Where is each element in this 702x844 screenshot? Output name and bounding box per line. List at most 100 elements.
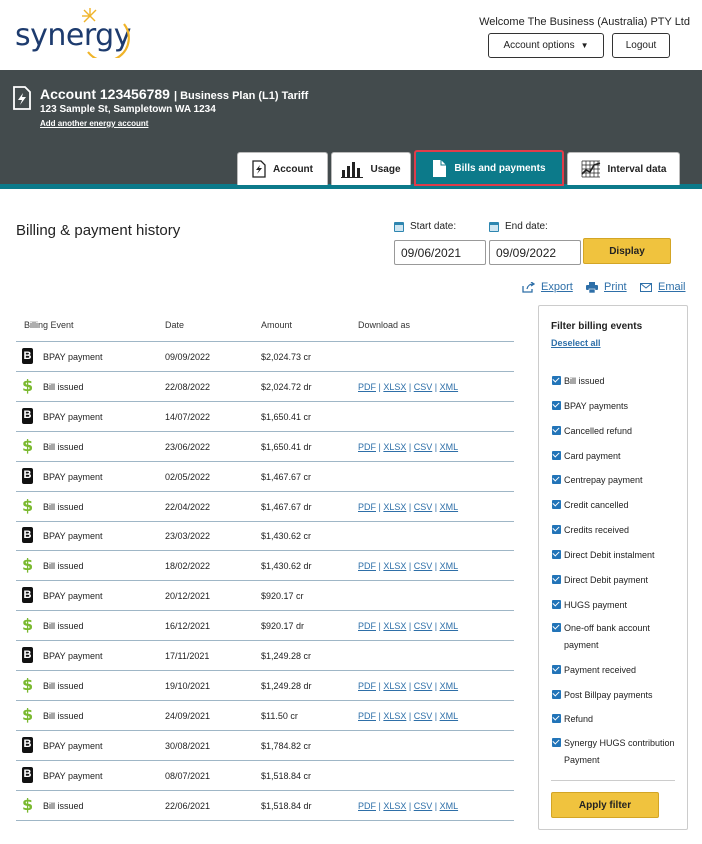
- print-text: Print: [604, 281, 627, 293]
- download-pdf-link[interactable]: PDF: [358, 382, 376, 392]
- filter-option[interactable]: Direct Debit payment: [552, 572, 682, 589]
- filter-option[interactable]: Post Billpay payments: [552, 687, 682, 704]
- download-xlsx-link[interactable]: XLSX: [383, 681, 406, 691]
- checkbox-checked-icon[interactable]: [552, 376, 561, 385]
- download-xlsx-link[interactable]: XLSX: [383, 711, 406, 721]
- download-xlsx-link[interactable]: XLSX: [383, 382, 406, 392]
- tab-account[interactable]: Account: [237, 152, 328, 185]
- download-pdf-link[interactable]: PDF: [358, 621, 376, 631]
- end-date-input[interactable]: 09/09/2022: [489, 240, 581, 265]
- download-pdf-link[interactable]: PDF: [358, 681, 376, 691]
- filter-option[interactable]: Credit cancelled: [552, 497, 682, 514]
- download-csv-link[interactable]: CSV: [414, 382, 433, 392]
- grid-chart-icon: [580, 160, 600, 178]
- checkbox-checked-icon[interactable]: [552, 500, 561, 509]
- download-xml-link[interactable]: XML: [440, 621, 459, 631]
- start-date-input[interactable]: 09/06/2021: [394, 240, 486, 265]
- checkbox-checked-icon[interactable]: [552, 623, 561, 632]
- download-xml-link[interactable]: XML: [440, 711, 459, 721]
- checkbox-checked-icon[interactable]: [552, 714, 561, 723]
- filter-option[interactable]: BPAY payments: [552, 398, 682, 415]
- filter-option[interactable]: Bill issued: [552, 373, 682, 390]
- account-options-button[interactable]: Account options ▼: [488, 33, 604, 58]
- filter-option[interactable]: Cancelled refund: [552, 423, 682, 440]
- download-xlsx-link[interactable]: XLSX: [383, 621, 406, 631]
- link-separator: |: [432, 710, 440, 721]
- download-pdf-link[interactable]: PDF: [358, 442, 376, 452]
- download-links: PDF | XLSX | CSV | XML: [358, 561, 458, 571]
- welcome-text: Welcome The Business (Australia) PTY Ltd: [479, 16, 690, 28]
- checkbox-checked-icon[interactable]: [552, 475, 561, 484]
- download-xml-link[interactable]: XML: [440, 502, 459, 512]
- checkbox-checked-icon[interactable]: [552, 575, 561, 584]
- bar-chart-icon: [341, 162, 364, 178]
- date-cell: 14/07/2022: [165, 411, 211, 422]
- tab-interval-data[interactable]: Interval data: [567, 152, 680, 185]
- download-csv-link[interactable]: CSV: [414, 801, 433, 811]
- print-link[interactable]: Print: [586, 281, 627, 293]
- download-pdf-link[interactable]: PDF: [358, 711, 376, 721]
- amount-cell: $920.17 dr: [261, 621, 305, 632]
- filter-option[interactable]: Direct Debit instalment: [552, 547, 682, 564]
- link-separator: |: [406, 710, 414, 721]
- apply-filter-button[interactable]: Apply filter: [551, 792, 659, 818]
- filter-divider: [551, 780, 675, 781]
- checkbox-checked-icon[interactable]: [552, 690, 561, 699]
- table-row: $ Bill issued 22/04/2022 $1,467.67 dr PDF | …: [16, 492, 514, 522]
- tab-bills-and-payments[interactable]: Bills and payments: [414, 150, 564, 186]
- download-xlsx-link[interactable]: XLSX: [383, 561, 406, 571]
- filter-option[interactable]: One-off bank account payment: [552, 620, 682, 654]
- event-cell: BPAY payment: [43, 770, 103, 781]
- table-row: B BPAY payment 20/12/2021 $920.17 cr: [16, 581, 514, 612]
- email-link[interactable]: Email: [640, 281, 686, 293]
- filter-option[interactable]: Payment received: [552, 662, 682, 679]
- export-link[interactable]: Export: [522, 281, 573, 293]
- download-xlsx-link[interactable]: XLSX: [383, 801, 406, 811]
- link-separator: |: [406, 381, 414, 392]
- checkbox-checked-icon[interactable]: [552, 738, 561, 747]
- filter-option[interactable]: HUGS payment: [552, 597, 682, 614]
- filter-option[interactable]: Refund: [552, 711, 682, 728]
- download-csv-link[interactable]: CSV: [414, 561, 433, 571]
- logout-button[interactable]: Logout: [612, 33, 670, 58]
- filter-option-label: Cancelled refund: [564, 426, 633, 436]
- download-xml-link[interactable]: XML: [440, 801, 459, 811]
- download-csv-link[interactable]: CSV: [414, 681, 433, 691]
- download-pdf-link[interactable]: PDF: [358, 502, 376, 512]
- bill-icon: [252, 160, 266, 178]
- filter-option[interactable]: Synergy HUGS contribution Payment: [552, 735, 682, 769]
- download-csv-link[interactable]: CSV: [414, 621, 433, 631]
- download-xlsx-link[interactable]: XLSX: [383, 442, 406, 452]
- checkbox-checked-icon[interactable]: [552, 451, 561, 460]
- download-csv-link[interactable]: CSV: [414, 711, 433, 721]
- checkbox-checked-icon[interactable]: [552, 665, 561, 674]
- download-xlsx-link[interactable]: XLSX: [383, 502, 406, 512]
- email-text: Email: [658, 281, 686, 293]
- deselect-all-link[interactable]: Deselect all: [551, 338, 601, 348]
- event-cell: BPAY payment: [43, 352, 103, 362]
- filter-option[interactable]: Credits received: [552, 522, 682, 539]
- download-pdf-link[interactable]: PDF: [358, 561, 376, 571]
- download-xml-link[interactable]: XML: [440, 442, 459, 452]
- download-xml-link[interactable]: XML: [440, 382, 459, 392]
- download-csv-link[interactable]: CSV: [414, 442, 433, 452]
- display-button[interactable]: Display: [583, 238, 671, 264]
- download-xml-link[interactable]: XML: [440, 561, 459, 571]
- checkbox-checked-icon[interactable]: [552, 600, 561, 609]
- table-row: B BPAY payment 17/11/2021 $1,249.28 cr: [16, 641, 514, 671]
- download-pdf-link[interactable]: PDF: [358, 801, 376, 811]
- filter-option[interactable]: Card payment: [552, 448, 682, 465]
- filter-option[interactable]: Centrepay payment: [552, 472, 682, 489]
- checkbox-checked-icon[interactable]: [552, 426, 561, 435]
- tab-usage[interactable]: Usage: [331, 152, 411, 185]
- checkbox-checked-icon[interactable]: [552, 525, 561, 534]
- add-account-link[interactable]: Add another energy account: [40, 119, 148, 128]
- sun-logo-icon: [82, 8, 130, 58]
- page-title: Billing & payment history: [16, 222, 181, 239]
- download-xml-link[interactable]: XML: [440, 681, 459, 691]
- download-csv-link[interactable]: CSV: [414, 502, 433, 512]
- table-row: B BPAY payment 14/07/2022 $1,650.41 cr: [16, 402, 514, 432]
- account-title: Account 123456789 | Business Plan (L1) Ta…: [40, 86, 308, 102]
- checkbox-checked-icon[interactable]: [552, 550, 561, 559]
- checkbox-checked-icon[interactable]: [552, 401, 561, 410]
